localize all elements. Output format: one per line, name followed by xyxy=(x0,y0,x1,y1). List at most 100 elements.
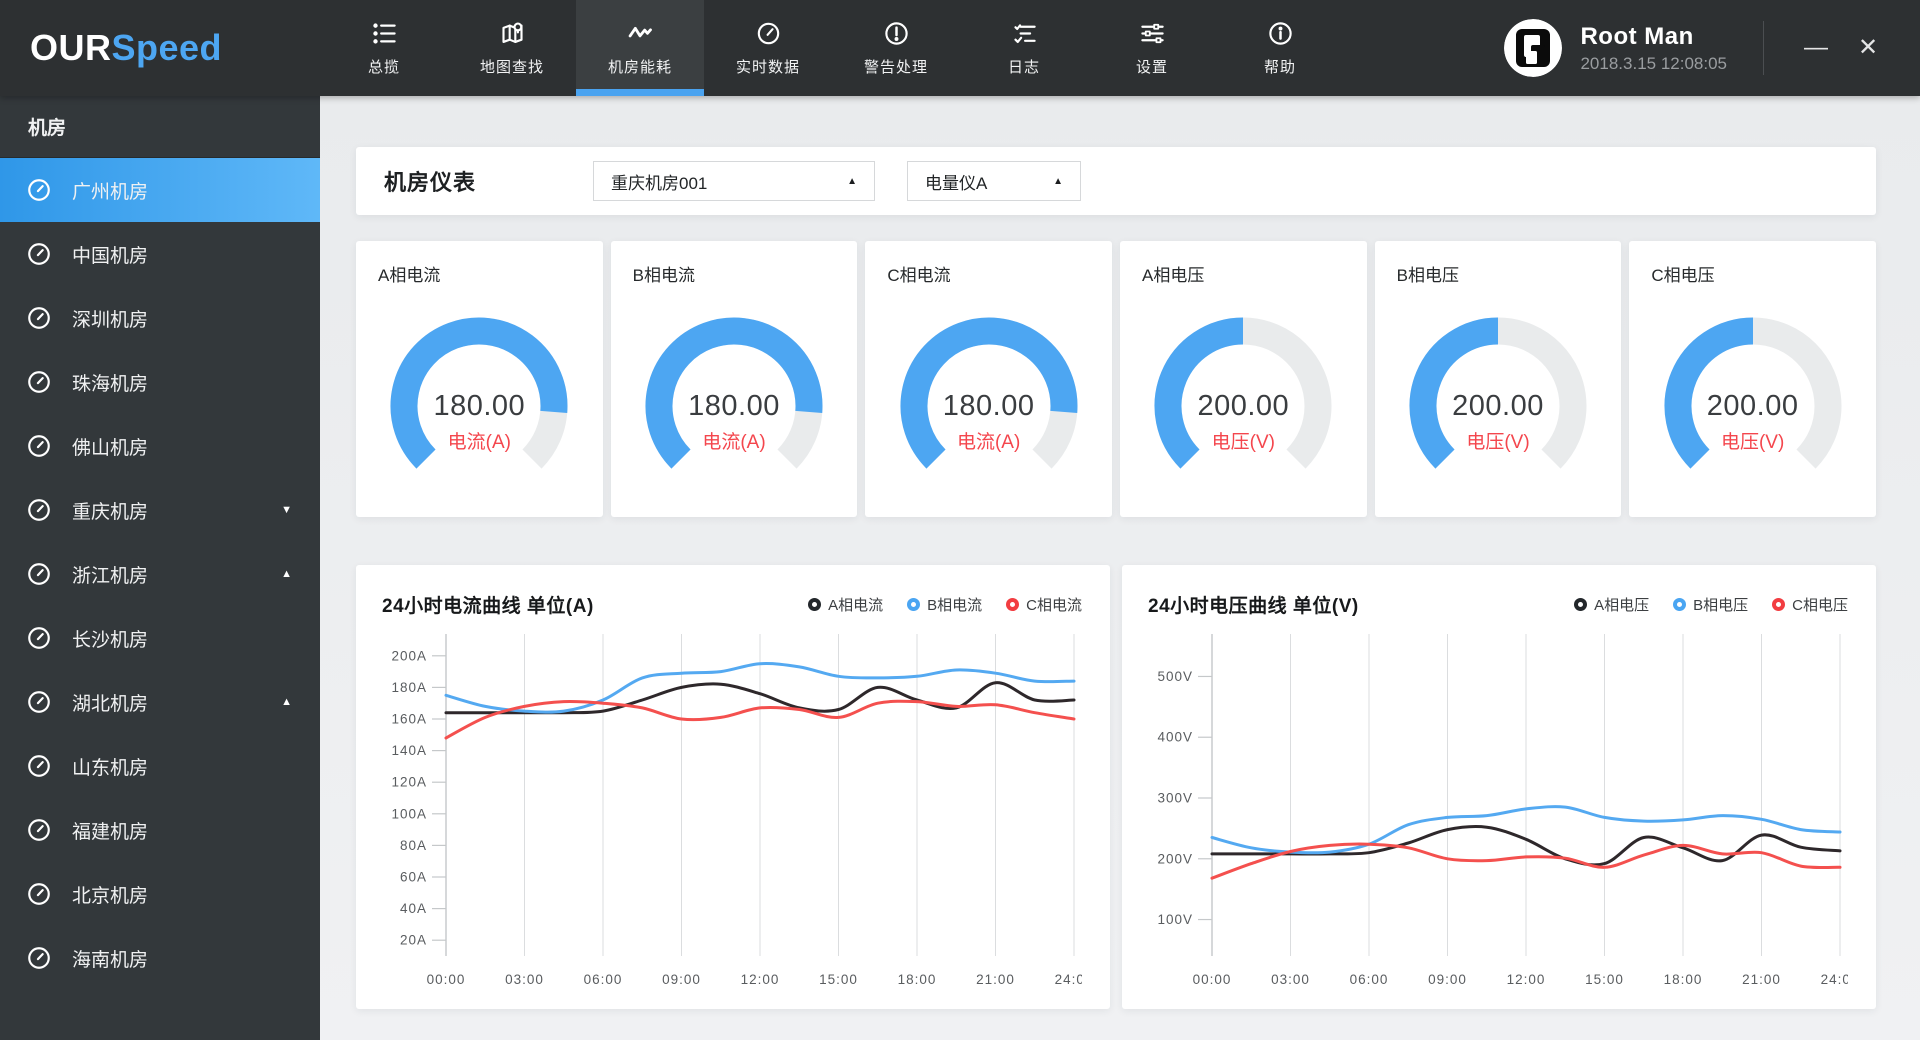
gauge-readout: 180.00 电流(A) xyxy=(899,312,1079,496)
gauge-title: C相电压 xyxy=(1651,266,1715,285)
svg-text:18:00: 18:00 xyxy=(1664,972,1703,987)
avatar[interactable] xyxy=(1504,19,1563,77)
minimize-button[interactable]: — xyxy=(1790,22,1842,74)
sidebar-item-room-4[interactable]: 珠海机房 xyxy=(0,350,320,414)
svg-text:09:00: 09:00 xyxy=(662,972,701,987)
legend-label: C相电压 xyxy=(1792,597,1848,614)
svg-text:06:00: 06:00 xyxy=(584,972,623,987)
line-chart-card-1: 24小时电流曲线 单位(A) A相电流 B相电流 C相电流 200A 180A 16… xyxy=(356,565,1110,1009)
gauge-readout: 200.00 电压(V) xyxy=(1408,312,1588,496)
legend-item[interactable]: C相电流 xyxy=(1006,594,1082,615)
gauge-unit-label: 电压(V) xyxy=(1211,432,1275,453)
close-button[interactable]: ✕ xyxy=(1842,22,1894,74)
svg-text:18:00: 18:00 xyxy=(898,972,937,987)
gauge-unit-label: 电压(V) xyxy=(1720,432,1785,453)
main-content: 机房仪表 重庆机房001 ▲ 电量仪A ▲ A相电流 180.00 电流(A) … xyxy=(320,96,1920,1040)
chart-header: 24小时电压曲线 单位(V) A相电压 B相电压 C相电压 xyxy=(1148,591,1848,618)
page-title: 机房仪表 xyxy=(384,170,477,195)
legend-label: B相电压 xyxy=(1693,597,1749,614)
sidebar-item-room-9[interactable]: 湖北机房 ▲ xyxy=(0,670,320,734)
sidebar-item-room-3[interactable]: 深圳机房 xyxy=(0,286,320,350)
legend-ring-icon xyxy=(1574,598,1588,611)
nav-label: 警告处理 xyxy=(863,59,928,76)
room-label: 深圳机房 xyxy=(72,309,149,331)
legend-item[interactable]: B相电压 xyxy=(1673,594,1748,615)
sidebar-item-room-11[interactable]: 福建机房 xyxy=(0,798,320,862)
gauge-title: A相电流 xyxy=(378,266,441,285)
gauge-unit-label: 电流(A) xyxy=(447,432,511,453)
gauge: 180.00 电流(A) xyxy=(389,312,569,496)
room-gauge-icon xyxy=(26,817,52,843)
nav-item-6[interactable]: 日志 xyxy=(960,0,1088,96)
legend-item[interactable]: C相电压 xyxy=(1772,594,1848,615)
nav-item-2[interactable]: 地图查找 xyxy=(448,0,576,96)
caret-up-icon: ▲ xyxy=(281,696,292,708)
room-gauge-icon xyxy=(26,689,52,715)
nav-item-8[interactable]: 帮助 xyxy=(1216,0,1344,96)
room-gauge-icon xyxy=(26,177,52,203)
gauge-readout: 200.00 电压(V) xyxy=(1153,312,1333,496)
meter-select[interactable]: 电量仪A ▲ xyxy=(907,161,1082,201)
room-gauge-icon xyxy=(26,369,52,395)
nav-label: 地图查找 xyxy=(479,59,544,76)
room-label: 佛山机房 xyxy=(72,437,149,459)
room-label: 重庆机房 xyxy=(72,501,149,523)
svg-text:24:00: 24:00 xyxy=(1821,972,1848,987)
nav-item-7[interactable]: 设置 xyxy=(1088,0,1216,96)
sidebar-item-room-12[interactable]: 北京机房 xyxy=(0,862,320,926)
realtime-gauge-icon xyxy=(754,19,782,47)
nav-item-5[interactable]: 警告处理 xyxy=(832,0,960,96)
map-search-icon xyxy=(498,19,526,47)
nav-item-4[interactable]: 实时数据 xyxy=(704,0,832,96)
gauge-title: B相电压 xyxy=(1396,266,1459,285)
nav-label: 日志 xyxy=(1007,59,1040,76)
sidebar-item-room-7[interactable]: 浙江机房 ▲ xyxy=(0,542,320,606)
svg-text:00:00: 00:00 xyxy=(427,972,466,987)
sidebar-item-room-13[interactable]: 海南机房 xyxy=(0,926,320,990)
settings-sliders-icon xyxy=(1138,19,1166,47)
sidebar-item-room-5[interactable]: 佛山机房 xyxy=(0,414,320,478)
line-chart-card-2: 24小时电压曲线 单位(V) A相电压 B相电压 C相电压 500V 400V 30… xyxy=(1122,565,1876,1009)
legend-item[interactable]: A相电流 xyxy=(808,594,883,615)
energy-pulse-icon xyxy=(626,19,654,47)
gauge-title: A相电压 xyxy=(1142,266,1205,285)
nav-item-1[interactable]: 总揽 xyxy=(320,0,448,96)
sidebar-item-room-10[interactable]: 山东机房 xyxy=(0,734,320,798)
svg-text:160A: 160A xyxy=(391,712,427,727)
chart-legend: A相电压 B相电压 C相电压 xyxy=(1574,594,1848,615)
room-gauge-icon xyxy=(26,881,52,907)
nav-label: 设置 xyxy=(1135,59,1168,76)
sidebar-header: 机房 xyxy=(0,96,320,158)
svg-text:09:00: 09:00 xyxy=(1428,972,1467,987)
legend-item[interactable]: A相电压 xyxy=(1574,594,1649,615)
sidebar-item-room-2[interactable]: 中国机房 xyxy=(0,222,320,286)
meter-select-value: 电量仪A xyxy=(925,173,988,193)
legend-item[interactable]: B相电流 xyxy=(907,594,982,615)
svg-text:100V: 100V xyxy=(1157,912,1193,927)
gauge-card-4: A相电压 200.00 电压(V) xyxy=(1120,241,1367,517)
meter-panel-header: 机房仪表 重庆机房001 ▲ 电量仪A ▲ xyxy=(356,147,1876,215)
nav-label: 帮助 xyxy=(1263,59,1296,76)
topbar: OUR Speed 总揽 地图查找 机房能耗 实时数据 警告处理 日志 设置 帮助 xyxy=(0,0,1920,96)
nav-item-3[interactable]: 机房能耗 xyxy=(576,0,704,96)
legend-label: C相电流 xyxy=(1026,597,1082,614)
svg-text:120A: 120A xyxy=(391,775,427,790)
sidebar-item-room-6[interactable]: 重庆机房 ▼ xyxy=(0,478,320,542)
sidebar-item-room-8[interactable]: 长沙机房 xyxy=(0,606,320,670)
gauge-card-6: C相电压 200.00 电压(V) xyxy=(1629,241,1876,517)
gauge: 200.00 电压(V) xyxy=(1408,312,1588,496)
caret-down-icon: ▼ xyxy=(281,504,292,516)
chart-plot: 200A 180A 160A 140A 120A 100A 80A 60A 40A 20A 00:0… xyxy=(391,634,1082,987)
room-label: 珠海机房 xyxy=(72,373,149,395)
room-gauge-icon xyxy=(26,241,52,267)
chart-plot: 500V 400V 300V 200V 100V 00:00 03:00 06:00 09:00… xyxy=(1157,634,1848,987)
svg-text:15:00: 15:00 xyxy=(1585,972,1624,987)
app-window: OUR Speed 总揽 地图查找 机房能耗 实时数据 警告处理 日志 设置 帮助 xyxy=(0,0,1920,1040)
sidebar-item-room-1[interactable]: 广州机房 xyxy=(0,158,320,222)
room-select[interactable]: 重庆机房001 ▲ xyxy=(593,161,876,201)
svg-text:80A: 80A xyxy=(400,838,427,853)
caret-up-icon: ▲ xyxy=(847,175,858,187)
svg-text:21:00: 21:00 xyxy=(976,972,1015,987)
gauge-value: 180.00 xyxy=(688,390,780,422)
room-label: 广州机房 xyxy=(72,181,149,203)
